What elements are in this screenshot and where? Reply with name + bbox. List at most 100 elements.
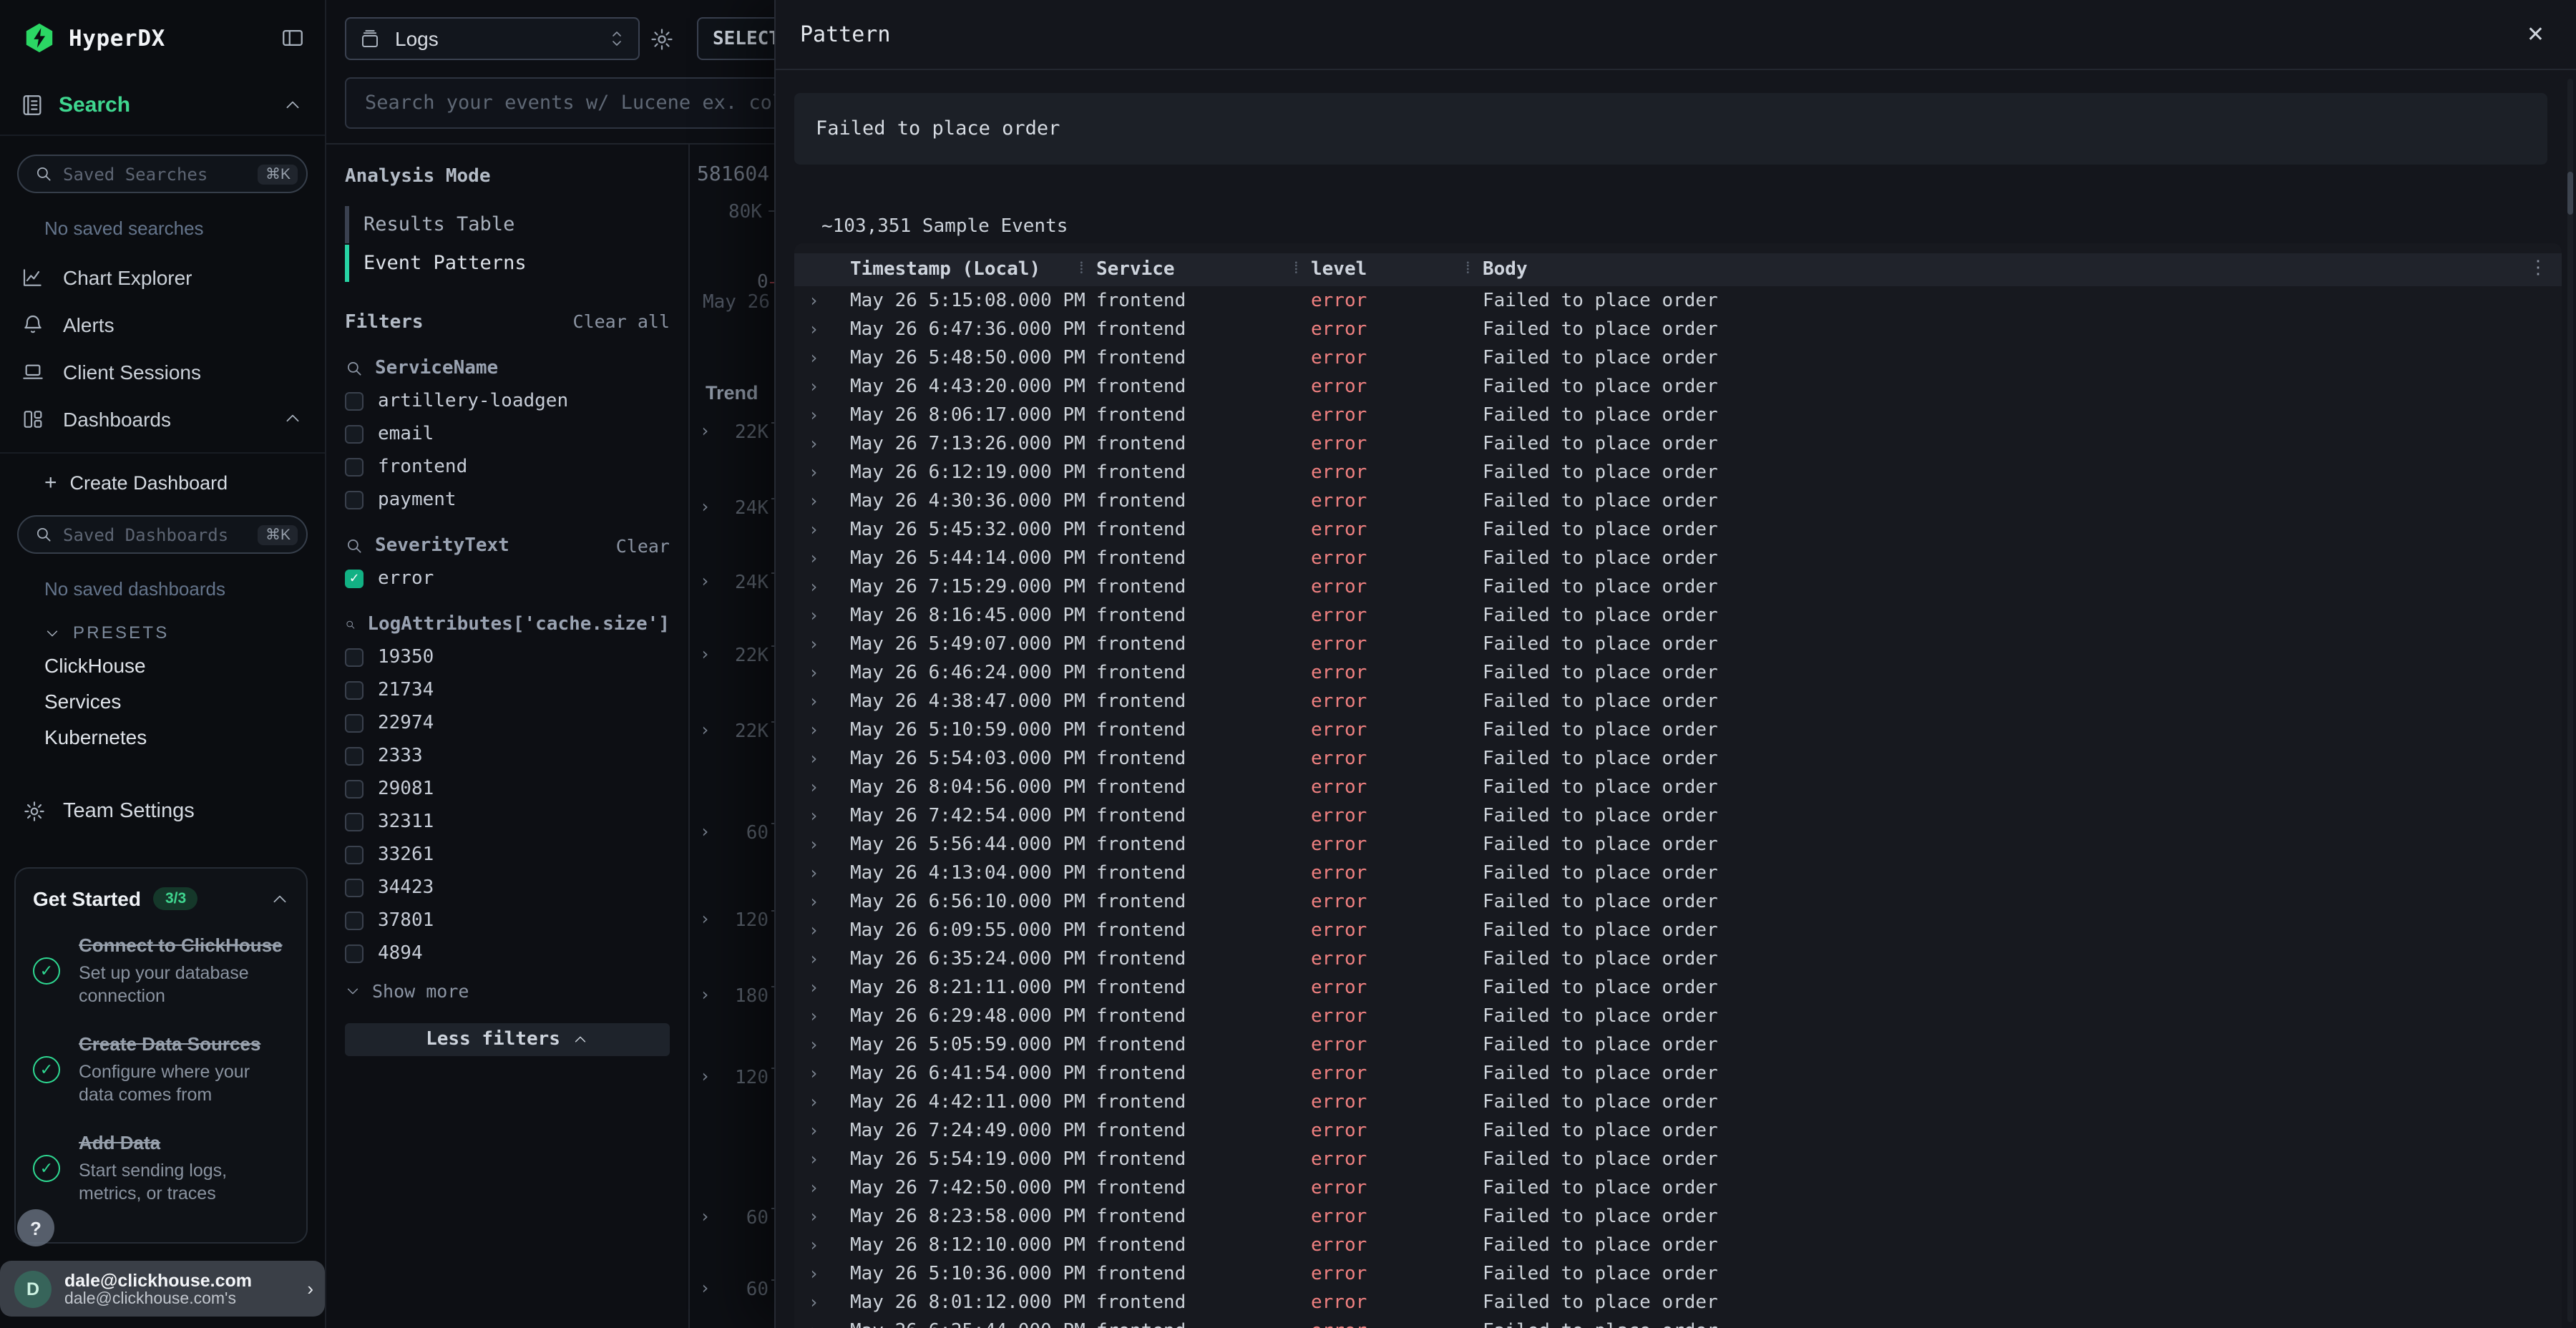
checkbox-unchecked[interactable] (345, 846, 364, 864)
user-account-button[interactable]: D dale@clickhouse.com dale@clickhouse.co… (0, 1261, 325, 1317)
checkbox-unchecked[interactable] (345, 879, 364, 897)
row-expand-chevron-icon[interactable]: › (794, 949, 850, 969)
pattern-row-trend[interactable]: › 22K (691, 720, 777, 743)
checkbox-unchecked[interactable] (345, 813, 364, 831)
collapse-sidebar-icon[interactable] (280, 26, 305, 50)
row-expand-chevron-icon[interactable]: › (794, 892, 850, 912)
table-row[interactable]: › May 26 7:15:29.000 PM frontend error F… (794, 572, 2562, 601)
pattern-row-trend[interactable]: › 60 (691, 1278, 777, 1301)
sidebar-item-team-settings[interactable]: Team Settings (0, 771, 325, 851)
row-expand-chevron-icon[interactable]: › (794, 348, 850, 368)
table-row[interactable]: › May 26 5:15:08.000 PM frontend error F… (794, 286, 2562, 315)
filter-option[interactable]: 22974 (345, 713, 670, 734)
table-row[interactable]: › May 26 6:35:24.000 PM frontend error F… (794, 944, 2562, 973)
filter-option[interactable]: 2333 (345, 746, 670, 767)
table-row[interactable]: › May 26 5:44:14.000 PM frontend error F… (794, 544, 2562, 572)
table-row[interactable]: › May 26 8:01:12.000 PM frontend error F… (794, 1288, 2562, 1317)
pattern-row-trend[interactable]: › 180 (691, 985, 777, 1007)
table-row[interactable]: › May 26 5:48:50.000 PM frontend error F… (794, 343, 2562, 372)
filter-option[interactable]: 29081 (345, 778, 670, 800)
table-row[interactable]: › May 26 7:42:54.000 PM frontend error F… (794, 801, 2562, 830)
column-header-level[interactable]: level (1311, 259, 1483, 280)
table-row[interactable]: › May 26 5:54:19.000 PM frontend error F… (794, 1145, 2562, 1173)
less-filters-button[interactable]: Less filters (345, 1023, 670, 1056)
filter-option[interactable]: 37801 (345, 910, 670, 932)
table-row[interactable]: › May 26 5:45:32.000 PM frontend error F… (794, 515, 2562, 544)
table-row[interactable]: › May 26 5:54:03.000 PM frontend error F… (794, 744, 2562, 773)
saved-searches-input[interactable]: Saved Searches ⌘K (17, 155, 308, 193)
row-expand-chevron-icon[interactable]: › (794, 577, 850, 597)
table-row[interactable]: › May 26 6:25:44.000 PM frontend error F… (794, 1317, 2562, 1328)
preset-dashboard-item[interactable]: ClickHouse (0, 647, 325, 683)
table-row[interactable]: › May 26 8:06:17.000 PM frontend error F… (794, 401, 2562, 429)
clear-all-button[interactable]: Clear all (573, 311, 670, 332)
checkbox-unchecked[interactable] (345, 681, 364, 700)
source-select[interactable]: Logs (345, 17, 640, 60)
filter-option[interactable]: 19350 (345, 647, 670, 668)
row-expand-chevron-icon[interactable]: › (794, 834, 850, 854)
checkbox-unchecked[interactable] (345, 648, 364, 667)
checkbox-unchecked[interactable] (345, 912, 364, 930)
pattern-row-trend[interactable]: › 22K (691, 421, 777, 444)
row-expand-chevron-icon[interactable]: › (794, 1292, 850, 1312)
pattern-row-trend[interactable]: › 120 (691, 909, 777, 932)
get-started-item[interactable]: ✓ Create Data Sources Configure where yo… (33, 1033, 289, 1108)
chevron-up-icon[interactable] (283, 409, 302, 428)
table-row[interactable]: › May 26 6:41:54.000 PM frontend error F… (794, 1059, 2562, 1088)
sidebar-item-chart-explorer[interactable]: Chart Explorer (0, 253, 325, 301)
table-row[interactable]: › May 26 4:30:36.000 PM frontend error F… (794, 487, 2562, 515)
get-started-item[interactable]: ✓ Add Data Start sending logs, metrics, … (33, 1132, 289, 1206)
pattern-row-trend[interactable]: › 120 (691, 1066, 777, 1089)
table-options-kebab-icon[interactable]: ⋮ (2529, 258, 2547, 279)
checkbox-unchecked[interactable] (345, 425, 364, 444)
close-icon[interactable]: ✕ (2527, 21, 2545, 47)
table-row[interactable]: › May 26 4:38:47.000 PM frontend error F… (794, 687, 2562, 716)
saved-dashboards-input[interactable]: Saved Dashboards ⌘K (17, 515, 308, 554)
row-expand-chevron-icon[interactable]: › (794, 1120, 850, 1141)
row-expand-chevron-icon[interactable]: › (794, 1149, 850, 1169)
column-header-body[interactable]: Body (1483, 259, 2562, 280)
row-expand-chevron-icon[interactable]: › (794, 806, 850, 826)
row-expand-chevron-icon[interactable]: › (794, 920, 850, 940)
show-more-button[interactable]: Show more (345, 980, 670, 1002)
table-row[interactable]: › May 26 4:13:04.000 PM frontend error F… (794, 859, 2562, 887)
row-expand-chevron-icon[interactable]: › (794, 319, 850, 339)
checkbox-unchecked[interactable] (345, 491, 364, 509)
checkbox-unchecked[interactable] (345, 747, 364, 766)
row-expand-chevron-icon[interactable]: › (794, 1206, 850, 1226)
row-expand-chevron-icon[interactable]: › (794, 548, 850, 568)
row-expand-chevron-icon[interactable]: › (794, 376, 850, 396)
filter-option[interactable]: payment (345, 489, 670, 511)
table-row[interactable]: › May 26 5:49:07.000 PM frontend error F… (794, 630, 2562, 658)
column-header-service[interactable]: Service (1096, 259, 1311, 280)
checkbox-checked[interactable]: ✓ (345, 570, 364, 588)
clear-button[interactable]: Clear (616, 535, 670, 557)
filter-option[interactable]: 4894 (345, 943, 670, 965)
row-expand-chevron-icon[interactable]: › (794, 748, 850, 768)
row-expand-chevron-icon[interactable]: › (794, 1006, 850, 1026)
row-expand-chevron-icon[interactable]: › (794, 1264, 850, 1284)
table-row[interactable]: › May 26 4:42:11.000 PM frontend error F… (794, 1088, 2562, 1116)
preset-dashboard-item[interactable]: Kubernetes (0, 718, 325, 754)
mode-results-table[interactable]: Results Table (345, 206, 670, 243)
table-row[interactable]: › May 26 6:09:55.000 PM frontend error F… (794, 916, 2562, 944)
row-expand-chevron-icon[interactable]: › (794, 691, 850, 711)
table-row[interactable]: › May 26 7:24:49.000 PM frontend error F… (794, 1116, 2562, 1145)
table-row[interactable]: › May 26 6:46:24.000 PM frontend error F… (794, 658, 2562, 687)
pattern-row-trend[interactable]: › 60 (691, 1206, 777, 1229)
pattern-row-trend[interactable]: › 24K (691, 497, 777, 519)
row-expand-chevron-icon[interactable]: › (794, 605, 850, 625)
row-expand-chevron-icon[interactable]: › (794, 1321, 850, 1328)
row-expand-chevron-icon[interactable]: › (794, 491, 850, 511)
filter-option[interactable]: 32311 (345, 811, 670, 833)
table-row[interactable]: › May 26 5:56:44.000 PM frontend error F… (794, 830, 2562, 859)
table-row[interactable]: › May 26 6:12:19.000 PM frontend error F… (794, 458, 2562, 487)
pattern-row-trend[interactable]: › 60 (691, 821, 777, 844)
row-expand-chevron-icon[interactable]: › (794, 290, 850, 311)
row-expand-chevron-icon[interactable]: › (794, 1178, 850, 1198)
table-row[interactable]: › May 26 6:29:48.000 PM frontend error F… (794, 1002, 2562, 1030)
chevron-up-icon[interactable] (270, 889, 289, 908)
table-row[interactable]: › May 26 5:10:36.000 PM frontend error F… (794, 1259, 2562, 1288)
row-expand-chevron-icon[interactable]: › (794, 977, 850, 997)
table-row[interactable]: › May 26 6:56:10.000 PM frontend error F… (794, 887, 2562, 916)
